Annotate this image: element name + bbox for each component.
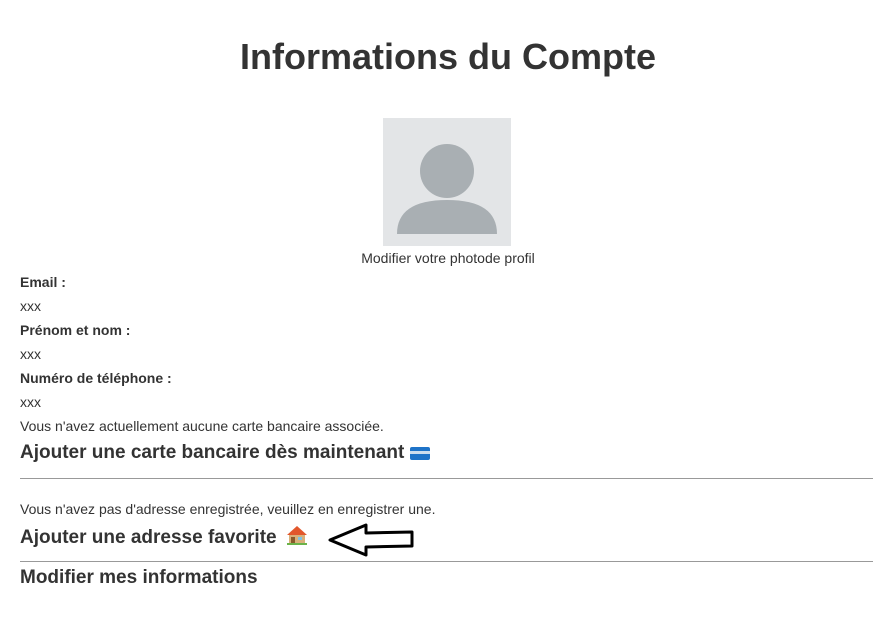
- house-icon: [286, 526, 307, 545]
- credit-card-icon: [410, 447, 431, 460]
- add-address-label: Ajouter une adresse favorite: [20, 527, 277, 548]
- name-label: Prénom et nom :: [20, 322, 131, 338]
- add-card-label: Ajouter une carte bancaire dès maintenan…: [20, 442, 405, 463]
- add-card-link[interactable]: Ajouter une carte bancaire dès maintenan…: [20, 442, 431, 464]
- page-title: Informations du Compte: [240, 36, 656, 77]
- email-value: xxx: [20, 298, 41, 314]
- email-label: Email :: [20, 274, 66, 290]
- add-address-link[interactable]: Ajouter une adresse favorite: [20, 525, 308, 549]
- arrow-annotation-icon: [328, 523, 414, 557]
- edit-photo-link[interactable]: Modifier votre photode profil: [0, 250, 896, 266]
- avatar[interactable]: [383, 118, 511, 246]
- address-notice: Vous n'avez pas d'adresse enregistrée, v…: [20, 501, 436, 517]
- user-placeholder-icon: [397, 144, 497, 234]
- divider: [20, 561, 873, 562]
- phone-label: Numéro de téléphone :: [20, 370, 172, 386]
- card-notice: Vous n'avez actuellement aucune carte ba…: [20, 418, 384, 434]
- name-value: xxx: [20, 346, 41, 362]
- divider: [20, 478, 873, 479]
- phone-value: xxx: [20, 394, 41, 410]
- edit-info-link[interactable]: Modifier mes informations: [20, 567, 258, 589]
